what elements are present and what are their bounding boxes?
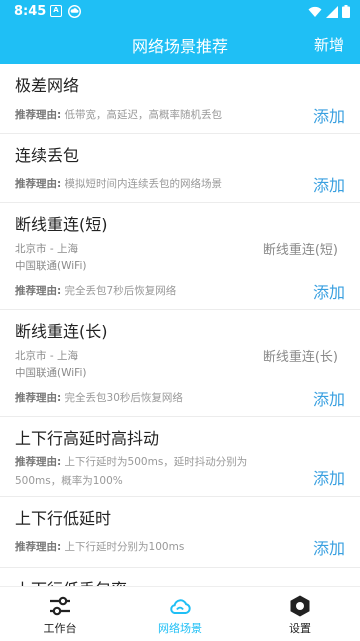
scene-name: 断线重连(短) <box>15 215 108 234</box>
add-button[interactable]: 添加 <box>313 386 345 410</box>
wifi-icon <box>308 6 322 17</box>
add-new-button[interactable]: 新增 <box>314 34 344 55</box>
reason-text: 上下行延时分别为100ms <box>64 541 185 553</box>
tab-workbench[interactable]: 工作台 <box>0 587 120 641</box>
scene-network: 中国联通(WiFi) <box>15 260 87 272</box>
add-button[interactable]: 添加 <box>313 279 345 303</box>
reason-text: 模拟短时间内连续丢包的网络场景 <box>64 178 223 190</box>
tab-label: 网络场景 <box>158 622 202 635</box>
status-bar: 8:45 A <box>0 0 360 24</box>
reason-label: 推荐理由: <box>15 541 62 553</box>
scene-name: 上下行高延时高抖动 <box>15 429 160 448</box>
scene-name: 上下行低丢包率 <box>15 576 127 586</box>
scene-reason: 推荐理由: 低带宽，高延迟，高概率随机丢包 <box>15 106 270 125</box>
gear-icon <box>290 595 310 617</box>
tab-settings[interactable]: 设置 <box>240 587 360 641</box>
list-item: 上下行高延时高抖动 推荐理由: 上下行延时为500ms，延时抖动分别为500ms… <box>0 417 360 497</box>
add-button[interactable]: 添加 <box>313 172 345 196</box>
list-item: 上下行低延时 推荐理由: 上下行延时分别为100ms 添加 <box>0 497 360 568</box>
scene-name: 断线重连(长) <box>15 322 108 341</box>
sliders-icon <box>50 596 70 616</box>
add-button[interactable]: 添加 <box>313 535 345 559</box>
list-item: 连续丢包 推荐理由: 模拟短时间内连续丢包的网络场景 添加 <box>0 134 360 203</box>
scene-list[interactable]: 极差网络 推荐理由: 低带宽，高延迟，高概率随机丢包 添加 连续丢包 推荐理由:… <box>0 64 360 586</box>
scene-name: 上下行低延时 <box>15 509 112 528</box>
reason-label: 推荐理由: <box>15 392 62 404</box>
add-button[interactable]: 添加 <box>313 465 345 489</box>
scene-name: 连续丢包 <box>15 146 80 165</box>
tab-label: 工作台 <box>43 622 77 635</box>
status-notification-icons: A <box>50 5 81 18</box>
scene-location: 北京市 - 上海 <box>15 243 78 255</box>
scene-reason: 推荐理由: 模拟短时间内连续丢包的网络场景 <box>15 175 270 194</box>
status-time: 8:45 <box>14 4 47 19</box>
reason-label: 推荐理由: <box>15 178 62 190</box>
a-icon: A <box>50 5 62 17</box>
list-item: 上下行低丢包率 <box>0 568 360 586</box>
scene-reason: 推荐理由: 上下行延时分别为100ms <box>15 538 270 557</box>
scene-tag: 断线重连(短) <box>262 243 338 258</box>
bottom-nav: 工作台 网络场景 设置 <box>0 586 360 641</box>
cloud-icon <box>170 599 191 614</box>
tab-label: 设置 <box>289 622 311 635</box>
scene-name: 极差网络 <box>15 76 80 95</box>
reason-text: 低带宽，高延迟，高概率随机丢包 <box>64 109 223 121</box>
app-bar: 网络场景推荐 新增 <box>0 24 360 64</box>
list-item: 断线重连(短) 北京市 - 上海 断线重连(短) 中国联通(WiFi) 推荐理由… <box>0 203 360 310</box>
scene-network: 中国联通(WiFi) <box>15 367 87 379</box>
scene-tag: 断线重连(长) <box>262 350 338 365</box>
reason-text: 完全丢包30秒后恢复网络 <box>64 392 183 404</box>
add-button[interactable]: 添加 <box>313 103 345 127</box>
page-title: 网络场景推荐 <box>131 37 228 56</box>
reason-text: 完全丢包7秒后恢复网络 <box>64 285 177 297</box>
battery-icon <box>342 5 350 18</box>
scene-reason: 推荐理由: 上下行延时为500ms，延时抖动分别为500ms，概率为100% <box>15 453 270 491</box>
scene-reason: 推荐理由: 完全丢包30秒后恢复网络 <box>15 389 270 408</box>
scene-location: 北京市 - 上海 <box>15 350 78 362</box>
scene-reason: 推荐理由: 完全丢包7秒后恢复网络 <box>15 282 270 301</box>
list-item: 极差网络 推荐理由: 低带宽，高延迟，高概率随机丢包 添加 <box>0 64 360 134</box>
cloud-icon <box>68 5 81 18</box>
reason-label: 推荐理由: <box>15 285 62 297</box>
reason-label: 推荐理由: <box>15 456 62 468</box>
tab-network-scenes[interactable]: 网络场景 <box>120 587 240 641</box>
list-item: 断线重连(长) 北京市 - 上海 断线重连(长) 中国联通(WiFi) 推荐理由… <box>0 310 360 417</box>
reason-label: 推荐理由: <box>15 109 62 121</box>
status-system-icons <box>308 5 350 18</box>
signal-icon <box>326 5 338 18</box>
